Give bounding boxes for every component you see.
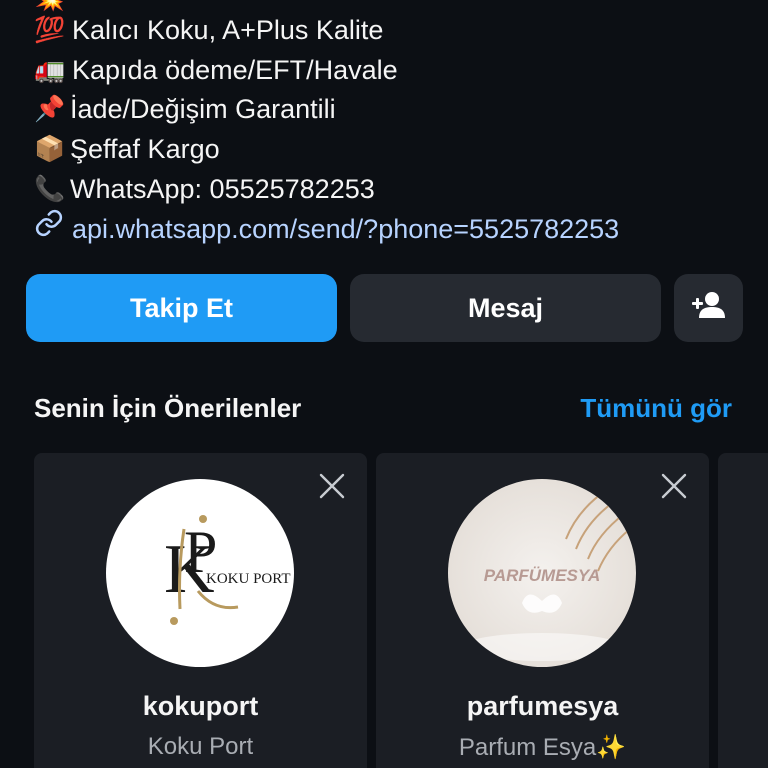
link-icon: [34, 208, 72, 250]
follow-button[interactable]: Takip Et: [26, 274, 337, 342]
suggestions-title: Senin İçin Önerilenler: [34, 393, 302, 423]
bio-line-return: 📌 İade/Değişim Garantili: [34, 89, 336, 129]
suggestion-fullname: Parfum Esya✨: [458, 734, 627, 761]
kokuport-logo: K P KOKU PORT: [164, 515, 291, 625]
bio-link[interactable]: api.whatsapp.com/send/?phone=5525782253: [34, 209, 619, 249]
avatar[interactable]: K P KOKU PORT: [106, 479, 294, 667]
suggestion-card-partial[interactable]: [718, 453, 768, 768]
close-icon[interactable]: [661, 473, 687, 499]
bio-link-text[interactable]: api.whatsapp.com/send/?phone=5525782253: [72, 209, 619, 249]
avatar[interactable]: PARFÜMESYA: [448, 479, 636, 667]
suggestion-card[interactable]: K P KOKU PORT kokuport Koku Port: [34, 453, 367, 768]
bio-line-text: Kalıcı Koku, A+Plus Kalite: [72, 15, 384, 45]
suggestion-card[interactable]: PARFÜMESYA parfumesya Parfum Esya✨: [376, 453, 709, 768]
pushpin-icon: 📌: [34, 95, 66, 123]
bio-line-text: Şeffaf Kargo: [70, 134, 220, 164]
suggest-people-button[interactable]: [674, 274, 743, 342]
suggestion-fullname: Koku Port: [147, 733, 254, 760]
bio-line-text: Kapıda ödeme/EFT/Havale: [72, 55, 398, 85]
add-person-icon: [691, 290, 727, 327]
close-icon[interactable]: [319, 473, 345, 499]
bio-line-whatsapp: 📞 WhatsApp: 05525782253: [34, 169, 375, 209]
bio-line-text: WhatsApp: 05525782253: [70, 174, 375, 204]
truck-icon: 🚛: [34, 56, 66, 84]
profile-page: 💥 💯 Kalıcı Koku, A+Plus Kalite 🚛 Kapıda …: [0, 0, 768, 768]
bio-line-shipping: 📦 Şeffaf Kargo: [34, 129, 220, 169]
bio-line-quality: 💯 Kalıcı Koku, A+Plus Kalite: [34, 10, 383, 50]
package-icon: 📦: [34, 135, 66, 163]
parfumesya-logo: PARFÜMESYA: [462, 488, 631, 661]
phone-icon: 📞: [34, 175, 66, 203]
hundred-points-icon: 💯: [34, 16, 66, 44]
suggestion-username[interactable]: parfumesya: [376, 691, 709, 722]
bio-line-text: İade/Değişim Garantili: [70, 94, 336, 124]
svg-text:KOKU PORT: KOKU PORT: [206, 571, 291, 587]
message-button[interactable]: Mesaj: [350, 274, 661, 342]
see-all-link[interactable]: Tümünü gör: [580, 388, 732, 428]
suggestion-username[interactable]: kokuport: [34, 691, 367, 722]
svg-text:PARFÜMESYA: PARFÜMESYA: [484, 566, 601, 585]
bio-line-payment: 🚛 Kapıda ödeme/EFT/Havale: [34, 50, 398, 90]
